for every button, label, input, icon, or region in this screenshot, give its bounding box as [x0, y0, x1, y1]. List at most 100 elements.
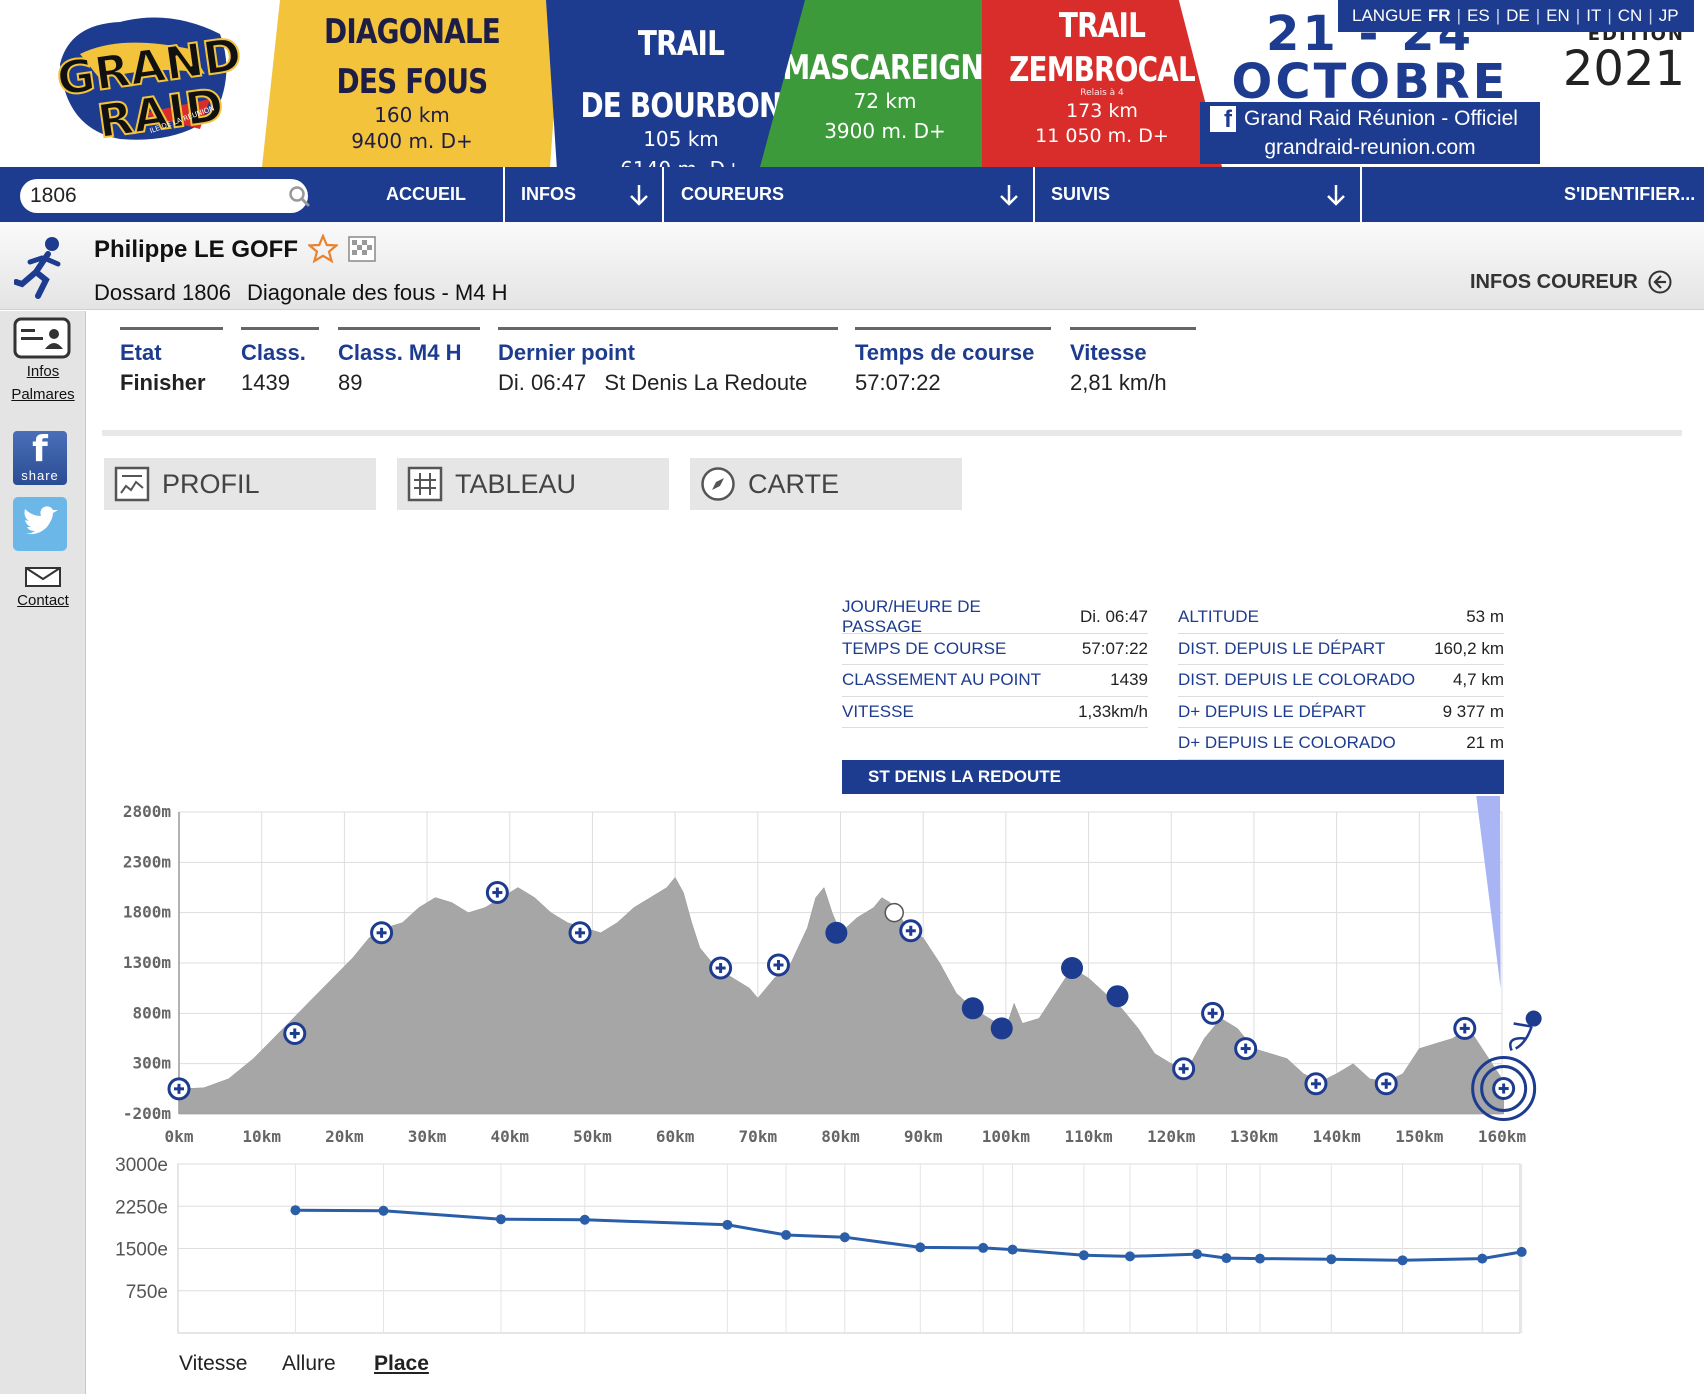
place-point	[722, 1219, 733, 1230]
info-value: 57:07:22	[1081, 638, 1148, 658]
suivis-arrow-down-icon[interactable]	[1325, 183, 1347, 207]
website-link[interactable]: grandraid-reunion.com	[1210, 136, 1530, 160]
stat-value: 57:07:22	[855, 370, 941, 395]
search-box	[20, 179, 310, 213]
tab-tableau[interactable]: TABLEAU	[397, 458, 669, 510]
nav-login[interactable]: S'IDENTIFIER...	[1564, 167, 1695, 222]
facebook-box[interactable]: f Grand Raid Réunion - Officiel grandrai…	[1200, 102, 1540, 164]
info-row: CLASSEMENT AU POINT 1439	[842, 665, 1148, 697]
y-tick-label: 3000e	[115, 1155, 168, 1176]
checkpoint-marker	[1374, 1072, 1398, 1096]
nav-coureurs[interactable]: COUREURS	[681, 167, 784, 222]
contact-link[interactable]: Contact	[0, 592, 86, 609]
language-bar: LANGUE FR | ES | DE | EN | IT | CN | JP	[1338, 0, 1694, 32]
place-point	[978, 1242, 989, 1253]
x-tick-label: 140km	[1313, 1127, 1362, 1146]
twitter-icon[interactable]	[13, 497, 67, 551]
edition: EDITION 2021	[1555, 24, 1685, 93]
race-elevation-1: 9400 m. D+	[351, 129, 473, 153]
lang-de[interactable]: DE	[1506, 6, 1530, 26]
infos-coureur-label: INFOS COUREUR	[1470, 270, 1638, 293]
selection-pointer	[1476, 796, 1501, 989]
nav-suivis[interactable]: SUIVIS	[1051, 167, 1110, 222]
place-point	[1124, 1251, 1135, 1262]
y-tick-label: 750e	[126, 1282, 168, 1303]
place-point	[1221, 1253, 1232, 1264]
runner-subtitle: Dossard 1806 Diagonale des fous - M4 H	[94, 280, 507, 306]
race-elevation-4: 11 050 m. D+	[1035, 125, 1169, 147]
grand-raid-logo[interactable]: GRAND RAID ILE DE LA RÉUNION	[40, 4, 240, 154]
nav-divider	[1360, 167, 1362, 222]
lang-cn[interactable]: CN	[1618, 6, 1643, 26]
metric-allure[interactable]: Allure	[282, 1352, 336, 1376]
checkpoint-dot	[825, 921, 848, 944]
tab-carte[interactable]: CARTE	[690, 458, 962, 510]
x-tick-label: 90km	[904, 1127, 943, 1146]
stat-label: Vitesse	[1070, 340, 1147, 365]
stat-class: Class. 1439	[241, 327, 319, 396]
x-tick-label: 70km	[739, 1127, 778, 1146]
race-distance-1: 160 km	[374, 103, 450, 127]
facebook-share-button[interactable]: f share	[13, 431, 67, 485]
checkpoint-marker	[1453, 1016, 1477, 1040]
x-tick-label: 20km	[325, 1127, 364, 1146]
envelope-icon[interactable]	[25, 567, 61, 587]
info-column-right: ALTITUDE 53 m DIST. DEPUIS LE DÉPART 160,2…	[1178, 602, 1504, 760]
facebook-text: Grand Raid Réunion - Officiel	[1244, 107, 1518, 130]
place-point	[579, 1214, 590, 1225]
y-tick-label: 1300m	[123, 953, 172, 972]
coureurs-arrow-down-icon[interactable]	[998, 183, 1020, 207]
info-key: VITESSE	[842, 701, 914, 721]
checkpoint-marker	[766, 953, 790, 977]
star-favorite-icon[interactable]	[308, 234, 338, 264]
palmares-link[interactable]: Palmares	[0, 386, 86, 403]
lang-es[interactable]: ES	[1467, 6, 1490, 26]
stat-vitesse: Vitesse 2,81 km/h	[1070, 327, 1196, 396]
info-key: D+ DEPUIS LE COLORADO	[1178, 733, 1396, 753]
nav-accueil[interactable]: ACCUEIL	[386, 167, 466, 222]
lang-fr[interactable]: FR	[1428, 6, 1451, 26]
infos-arrow-down-icon[interactable]	[628, 183, 650, 207]
stat-value: 1439	[241, 370, 290, 395]
place-point	[290, 1205, 301, 1216]
nav-infos[interactable]: INFOS	[521, 167, 576, 222]
id-card-icon[interactable]	[13, 317, 71, 359]
place-point	[839, 1232, 850, 1243]
checkered-flag-icon[interactable]	[348, 236, 376, 262]
x-tick-label: 0km	[165, 1127, 194, 1146]
race-zembrocal[interactable]: TRAIL ZEMBROCAL Relais à 4 173 km 11 050…	[982, 0, 1222, 167]
place-point	[1477, 1253, 1488, 1264]
left-sidebar: Infos Palmares f share Contact	[0, 311, 86, 1394]
runner-icon	[14, 237, 61, 299]
search-input[interactable]	[30, 183, 270, 209]
lang-it[interactable]: IT	[1586, 6, 1601, 26]
race-name-3a: MASCAREIGNES	[782, 48, 1021, 88]
lang-jp[interactable]: JP	[1659, 6, 1679, 26]
race-diagonale[interactable]: DIAGONALE DES FOUS 160 km 9400 m. D+	[262, 0, 562, 167]
elevation-profile-chart[interactable]: -200m 300m 800m 1300m 1800m 2300m 2800m 0km 10km…	[100, 796, 1600, 1146]
race-name-1a: DIAGONALE	[323, 12, 501, 52]
x-tick-label: 40km	[490, 1127, 529, 1146]
stat-label: Class.	[241, 340, 306, 365]
y-tick-label: 300m	[132, 1054, 171, 1073]
infos-coureur-button[interactable]: INFOS COUREUR	[1470, 270, 1672, 294]
edition-year: 2021	[1562, 41, 1685, 97]
search-icon[interactable]	[288, 185, 310, 207]
checkpoint-info-panel: JOUR/HEURE DE PASSAGE Di. 06:47 TEMPS DE …	[842, 597, 1504, 760]
checkpoint-marker	[1234, 1037, 1258, 1061]
info-key: ALTITUDE	[1178, 607, 1259, 627]
info-row: DIST. DEPUIS LE DÉPART 160,2 km	[1178, 634, 1504, 665]
place-chart[interactable]: 3000e 2250e 1500e 750e	[100, 1150, 1540, 1340]
tab-profil[interactable]: PROFIL	[104, 458, 376, 510]
y-tick-label: 1500e	[115, 1240, 168, 1261]
runner-figure	[1509, 1022, 1533, 1052]
metric-place[interactable]: Place	[374, 1352, 429, 1376]
info-row: DIST. DEPUIS LE COLORADO 4,7 km	[1178, 665, 1504, 697]
info-value: 9 377 m	[1442, 701, 1504, 721]
metric-vitesse[interactable]: Vitesse	[179, 1352, 248, 1376]
lang-en[interactable]: EN	[1546, 6, 1570, 26]
infos-link[interactable]: Infos	[0, 363, 86, 380]
x-tick-label: 60km	[656, 1127, 695, 1146]
stat-value: Di. 06:47 St Denis La Redoute	[498, 370, 808, 395]
race-name-2a: TRAIL	[637, 24, 725, 64]
